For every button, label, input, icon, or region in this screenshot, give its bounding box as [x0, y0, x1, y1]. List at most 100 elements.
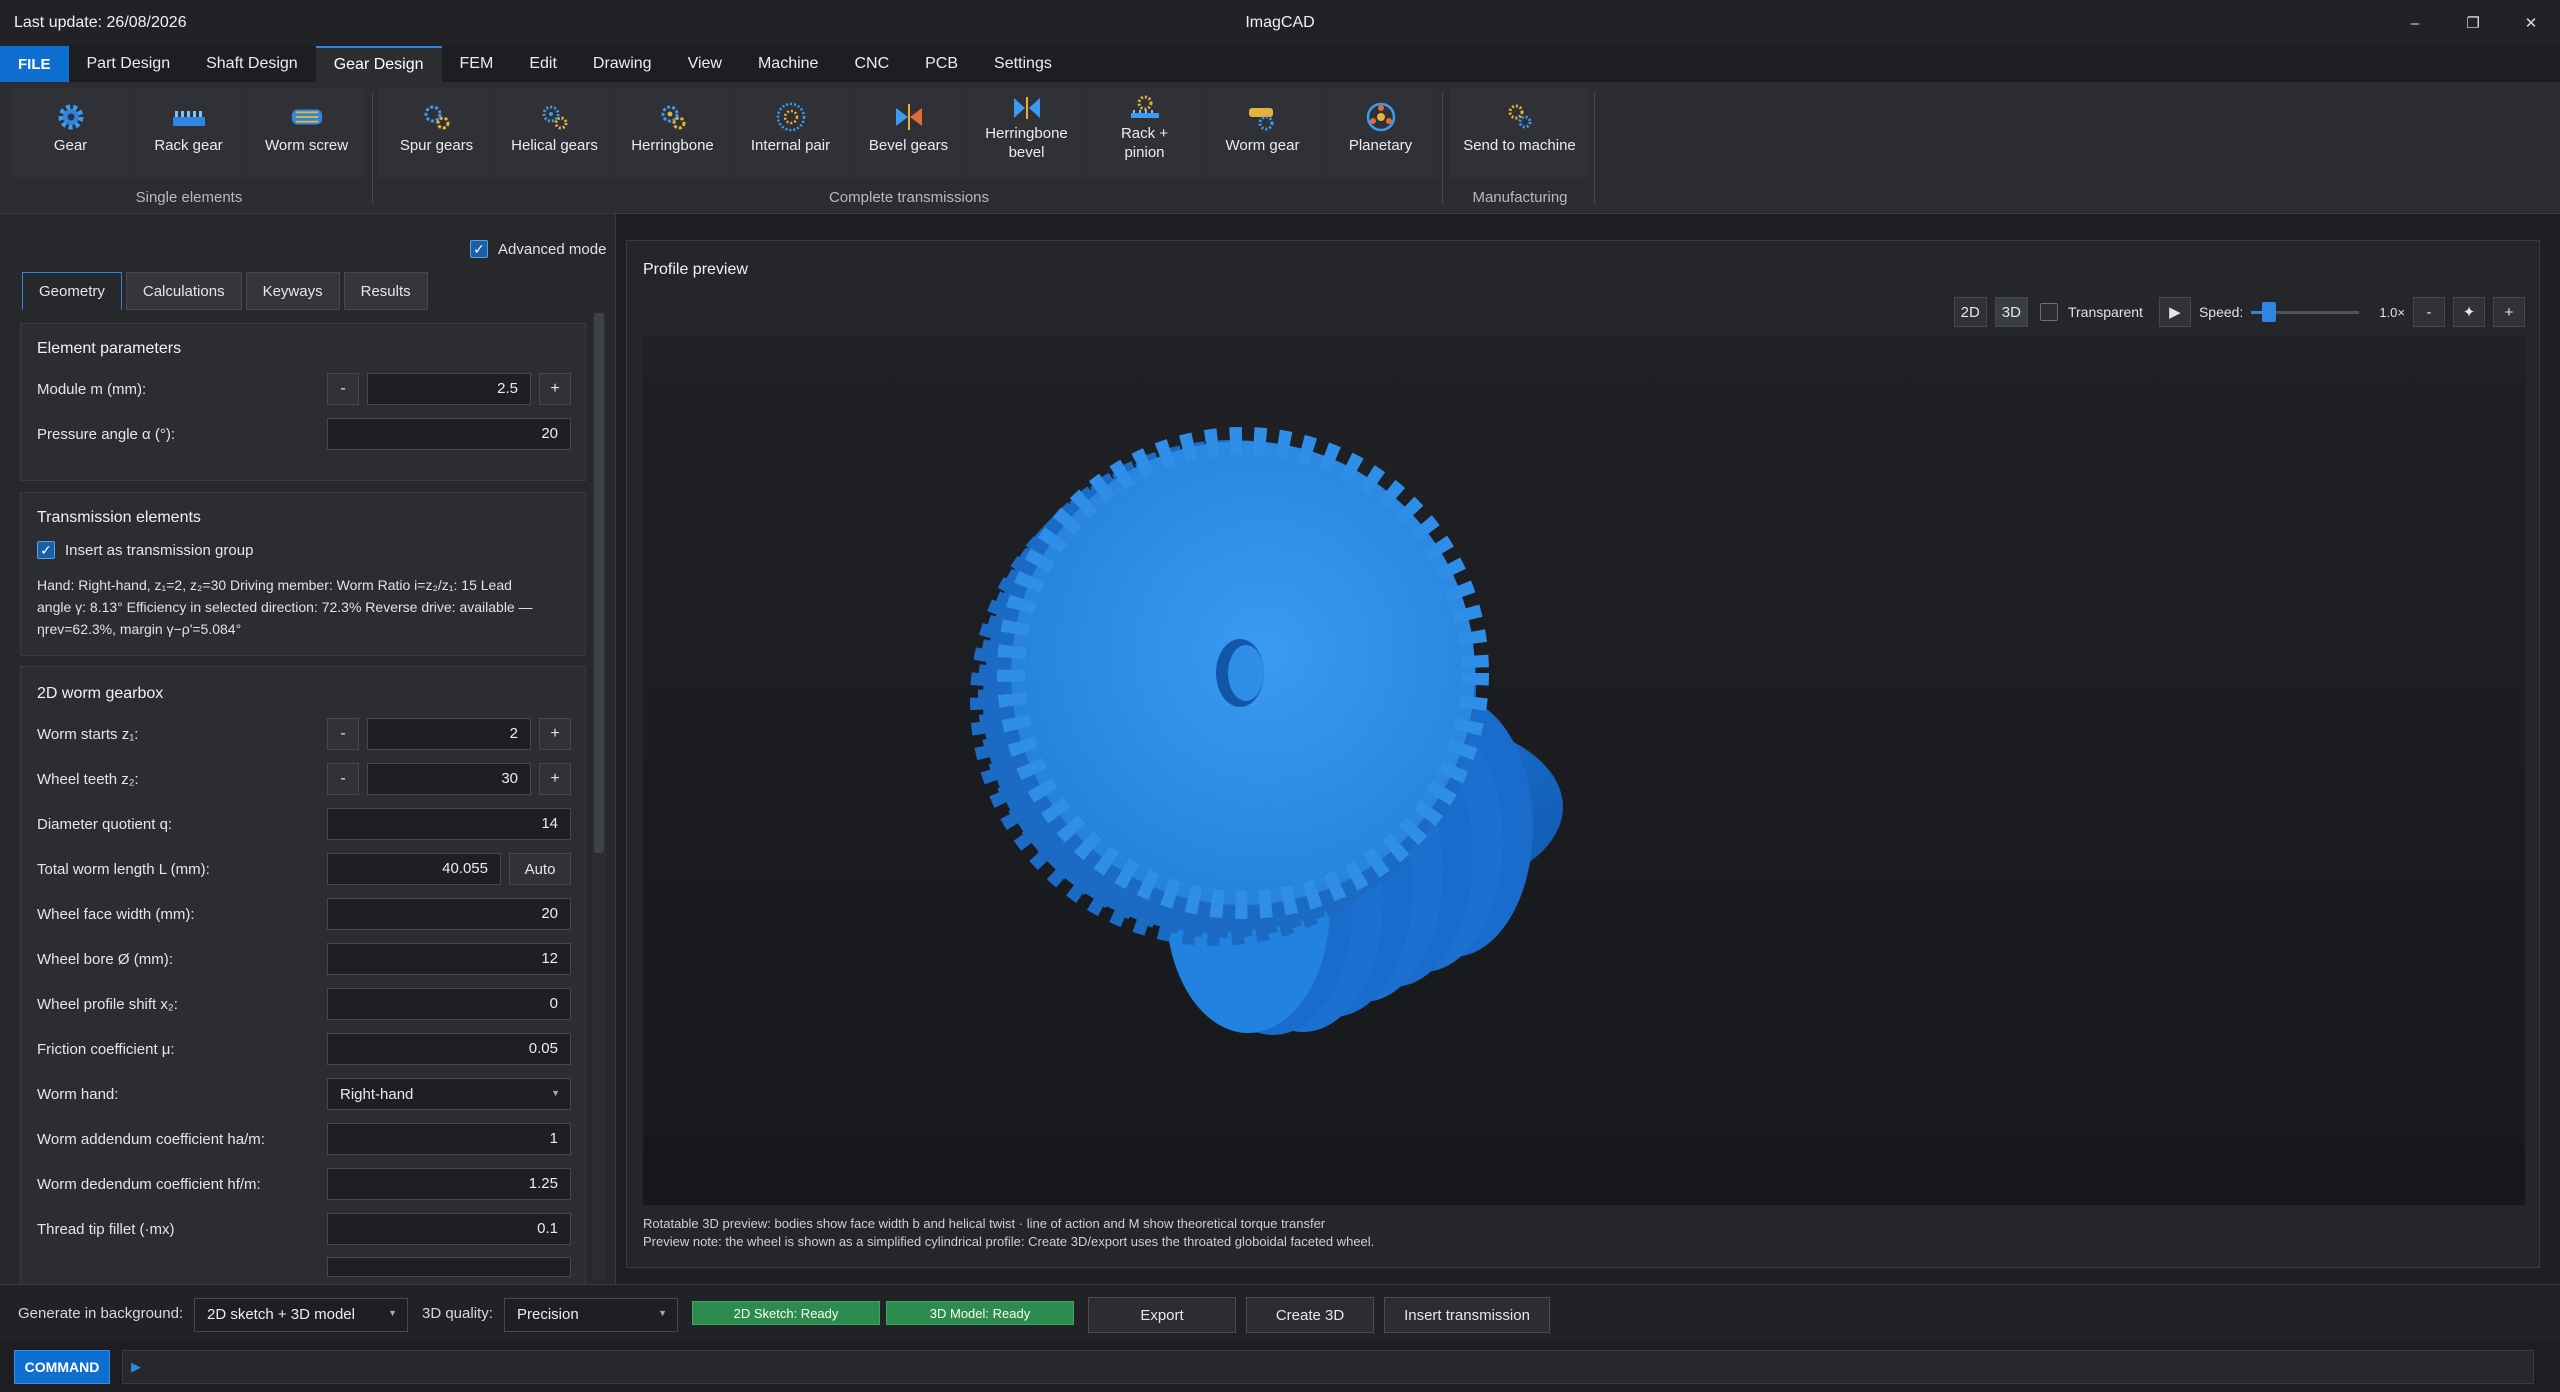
- group-label-complete: Complete transmissions: [828, 189, 990, 206]
- tab-geometry[interactable]: Geometry: [22, 272, 122, 310]
- transmission-elements-section: Transmission elements ✓ Insert as transm…: [20, 492, 586, 656]
- play-button[interactable]: ▶: [2158, 297, 2191, 327]
- transparent-toggle[interactable]: Transparent: [2039, 303, 2143, 321]
- profile-shift-row: Wheel profile shift x₂: 0: [37, 988, 571, 1022]
- view-2d-button[interactable]: 2D: [1953, 297, 1987, 327]
- module-increment-button[interactable]: +: [539, 373, 571, 405]
- diameter-quotient-row: Diameter quotient q: 14: [37, 808, 571, 842]
- rack-gear-button[interactable]: Rack gear: [130, 88, 247, 178]
- profile-shift-input[interactable]: 0: [327, 988, 571, 1020]
- menu-machine[interactable]: Machine: [740, 46, 836, 82]
- bevel-gears-icon: [892, 100, 926, 134]
- dedendum-input[interactable]: 1.25: [327, 1168, 571, 1200]
- menu-fem[interactable]: FEM: [442, 46, 512, 82]
- internal-pair-button[interactable]: Internal pair: [732, 88, 849, 178]
- pressure-angle-input[interactable]: 20: [327, 418, 571, 450]
- command-input[interactable]: ▶: [122, 1350, 2534, 1384]
- helical-gears-icon: [538, 100, 572, 134]
- gear-button[interactable]: Gear: [12, 88, 129, 178]
- checkbox-checked-icon[interactable]: ✓: [470, 240, 488, 258]
- module-input[interactable]: 2.5: [367, 373, 531, 405]
- insert-transmission-button[interactable]: Insert transmission: [1384, 1297, 1550, 1333]
- restore-button[interactable]: ❐: [2444, 0, 2502, 46]
- menu-pcb[interactable]: PCB: [907, 46, 976, 82]
- menu-gear-design[interactable]: Gear Design: [315, 46, 442, 82]
- tab-results[interactable]: Results: [343, 272, 428, 310]
- worm-starts-row: Worm starts z₁: - 2 +: [37, 718, 571, 752]
- spur-gears-icon: [420, 100, 454, 134]
- bottom-toolbar: Generate in background: 2D sketch + 3D m…: [0, 1284, 2560, 1342]
- menu-cnc[interactable]: CNC: [836, 46, 907, 82]
- view-3d-button[interactable]: 3D: [1994, 297, 2028, 327]
- panel-scrollbar[interactable]: [592, 311, 606, 1281]
- 3d-viewport[interactable]: [643, 337, 2525, 1205]
- command-button[interactable]: COMMAND: [14, 1350, 110, 1384]
- gear-wheel-face: [997, 427, 1489, 919]
- module-decrement-button[interactable]: -: [327, 373, 359, 405]
- wheel-teeth-increment-button[interactable]: +: [539, 763, 571, 795]
- planetary-button[interactable]: Planetary: [1322, 88, 1439, 178]
- checkbox-unchecked-icon[interactable]: [2039, 303, 2058, 321]
- advanced-mode-toggle[interactable]: ✓ Advanced mode: [470, 240, 606, 258]
- menu-settings[interactable]: Settings: [976, 46, 1070, 82]
- group-label-manufacturing: Manufacturing: [1472, 189, 1568, 206]
- herringbone-button[interactable]: Herringbone: [614, 88, 731, 178]
- wheel-face-width-input[interactable]: 20: [327, 898, 571, 930]
- scrollbar-thumb[interactable]: [594, 313, 604, 853]
- tab-keyways[interactable]: Keyways: [245, 272, 340, 310]
- spur-gears-button[interactable]: Spur gears: [378, 88, 495, 178]
- worm-screw-button[interactable]: Worm screw: [248, 88, 365, 178]
- slider-handle[interactable]: [2262, 302, 2277, 322]
- tab-calculations[interactable]: Calculations: [125, 272, 242, 310]
- fit-view-button[interactable]: ✦: [2453, 297, 2485, 327]
- minimize-button[interactable]: –: [2386, 0, 2444, 46]
- menu-file[interactable]: FILE: [0, 46, 69, 82]
- speed-slider[interactable]: [2251, 297, 2360, 327]
- worm-starts-input[interactable]: 2: [367, 718, 531, 750]
- wheel-teeth-decrement-button[interactable]: -: [327, 763, 359, 795]
- section-title: Transmission elements: [37, 509, 201, 526]
- worm-length-auto-button[interactable]: Auto: [509, 853, 571, 885]
- group-label-single: Single elements: [135, 189, 243, 206]
- diameter-quotient-input[interactable]: 14: [327, 808, 571, 840]
- herringbone-icon: [656, 100, 690, 134]
- parameters-panel: ✓ Advanced mode Geometry Calculations Ke…: [0, 214, 616, 1284]
- herringbone-bevel-button[interactable]: Herringbone bevel: [968, 88, 1085, 178]
- worm-hand-select[interactable]: Right-hand ▼: [327, 1078, 571, 1110]
- wheel-bore-input[interactable]: 12: [327, 943, 571, 975]
- close-button[interactable]: ✕: [2502, 0, 2560, 46]
- worm-starts-decrement-button[interactable]: -: [327, 718, 359, 750]
- wheel-face-width-row: Wheel face width (mm): 20: [37, 898, 571, 932]
- worm-gear-button[interactable]: Worm gear: [1204, 88, 1321, 178]
- worm-hand-row: Worm hand: Right-hand ▼: [37, 1078, 571, 1112]
- ribbon: Gear Rack gear Worm screw Single element…: [0, 82, 2560, 214]
- worm-starts-increment-button[interactable]: +: [539, 718, 571, 750]
- worm-length-input[interactable]: 40.055: [327, 853, 501, 885]
- helical-gears-button[interactable]: Helical gears: [496, 88, 613, 178]
- menu-shaft-design[interactable]: Shaft Design: [188, 46, 316, 82]
- menu-edit[interactable]: Edit: [511, 46, 575, 82]
- send-to-machine-button[interactable]: Send to machine: [1450, 88, 1589, 178]
- insert-group-checkbox[interactable]: ✓ Insert as transmission group: [37, 541, 253, 559]
- wheel-teeth-row: Wheel teeth z₂: - 30 +: [37, 763, 571, 797]
- addendum-input[interactable]: 1: [327, 1123, 571, 1155]
- menu-part-design[interactable]: Part Design: [69, 46, 189, 82]
- zoom-in-button[interactable]: +: [2493, 297, 2525, 327]
- friction-input[interactable]: 0.05: [327, 1033, 571, 1065]
- rack-pinion-button[interactable]: Rack + pinion: [1086, 88, 1203, 178]
- speed-value: 1.0×: [2379, 304, 2405, 320]
- gear-model-render: [970, 427, 1563, 1035]
- quality-select[interactable]: Precision ▼: [504, 1298, 678, 1332]
- zoom-out-button[interactable]: -: [2413, 297, 2445, 327]
- wheel-teeth-input[interactable]: 30: [367, 763, 531, 795]
- menu-bar: FILE Part Design Shaft Design Gear Desig…: [0, 46, 2560, 82]
- generate-select[interactable]: 2D sketch + 3D model ▼: [194, 1298, 408, 1332]
- tip-fillet-input[interactable]: 0.1: [327, 1213, 571, 1245]
- bevel-gears-button[interactable]: Bevel gears: [850, 88, 967, 178]
- checkbox-checked-icon[interactable]: ✓: [37, 541, 55, 559]
- partial-next-field[interactable]: [327, 1257, 571, 1277]
- create-3d-button[interactable]: Create 3D: [1246, 1297, 1374, 1333]
- menu-view[interactable]: View: [670, 46, 740, 82]
- export-button[interactable]: Export: [1088, 1297, 1236, 1333]
- menu-drawing[interactable]: Drawing: [575, 46, 670, 82]
